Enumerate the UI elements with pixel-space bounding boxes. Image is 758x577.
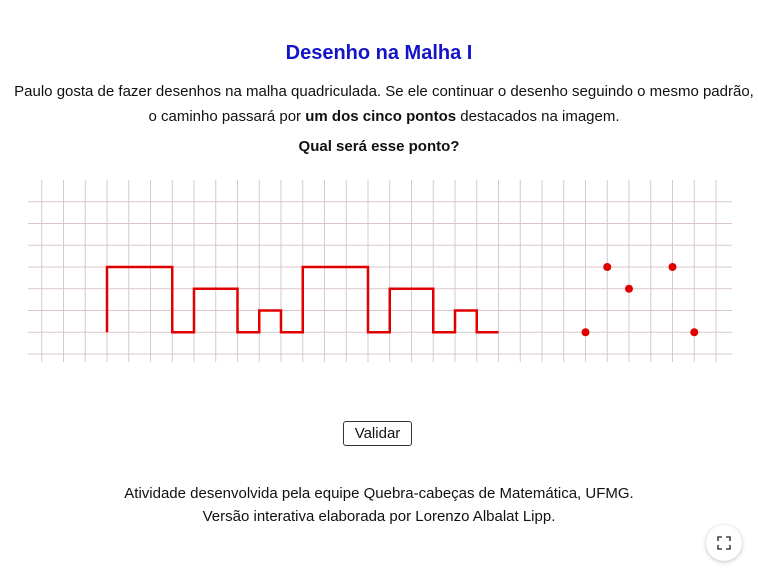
description-bold: um dos cinco pontos: [305, 108, 457, 125]
candidate-point-3[interactable]: [668, 263, 677, 271]
drawing-canvas: [0, 170, 758, 370]
fullscreen-icon: [717, 536, 731, 550]
grid-graphic: [28, 180, 732, 362]
drawn-path: [105, 265, 499, 334]
footer: Atividade desenvolvida pela equipe Quebr…: [0, 482, 758, 528]
highlighted-points: [581, 263, 699, 337]
description-text-2: destacados na imagem.: [456, 108, 620, 125]
footer-credit-line-2: Versão interativa elaborada por Lorenzo …: [202, 508, 556, 525]
candidate-point-5[interactable]: [690, 328, 699, 337]
validate-button[interactable]: Validar: [343, 421, 412, 446]
candidate-point-2[interactable]: [625, 284, 633, 293]
page-title: Desenho na Malha I: [285, 42, 473, 64]
fullscreen-button[interactable]: [706, 525, 742, 561]
candidate-point-4[interactable]: [581, 328, 590, 337]
grid-lines: [28, 180, 732, 362]
question: Qual será esse ponto?: [298, 138, 460, 155]
candidate-point-1[interactable]: [603, 263, 612, 271]
footer-credit-line-1: Atividade desenvolvida pela equipe Quebr…: [124, 485, 634, 502]
description: Paulo gosta de fazer desenhos na malha q…: [10, 79, 758, 129]
